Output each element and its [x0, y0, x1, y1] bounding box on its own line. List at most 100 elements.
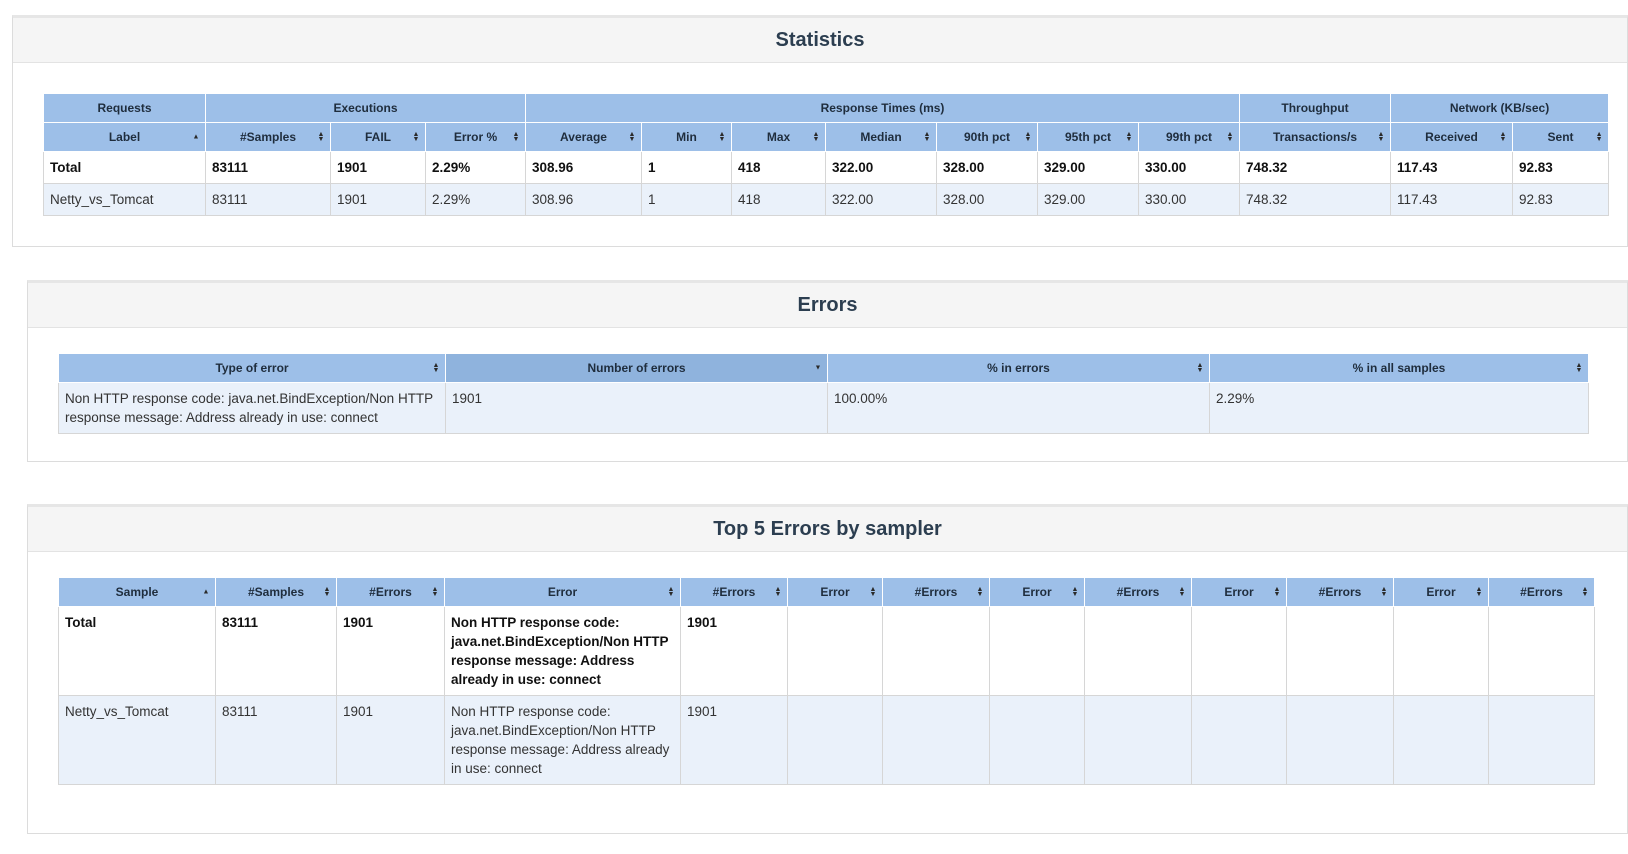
column-header-errors-6[interactable]: #Errors ▲ ▼ [882, 577, 990, 607]
column-header-max-6[interactable]: Max ▲ ▼ [731, 122, 827, 152]
column-header-label: #Errors [712, 585, 756, 599]
top5-errors-title: Top 5 Errors by sampler [713, 517, 942, 540]
column-header-fail-2[interactable]: FAIL ▲ ▼ [330, 122, 426, 152]
table-cell: 83111 [205, 183, 331, 216]
table-cell: 92.83 [1512, 183, 1610, 216]
table-cell: 100.00% [827, 382, 1210, 434]
table-cell: 330.00 [1138, 151, 1241, 184]
column-header-90th-pct-8[interactable]: 90th pct ▲ ▼ [936, 122, 1039, 152]
column-header-in-errors-2[interactable]: % in errors ▲ ▼ [827, 353, 1210, 383]
sort-both-icon: ▲ ▼ [1475, 586, 1483, 598]
sort-both-icon: ▲ ▼ [512, 131, 520, 143]
table-cell [1488, 695, 1595, 785]
table-cell: Non HTTP response code: java.net.BindExc… [444, 606, 681, 696]
column-header-errors-10[interactable]: #Errors ▲ ▼ [1286, 577, 1394, 607]
column-header-error-5[interactable]: Error ▲ ▼ [787, 577, 883, 607]
column-header-number-of-errors-1[interactable]: Number of errors ▼ [445, 353, 828, 383]
statistics-header: Statistics [13, 18, 1627, 63]
column-header-received-12[interactable]: Received ▲ ▼ [1390, 122, 1514, 152]
column-header-type-of-error-0[interactable]: Type of error ▲ ▼ [58, 353, 446, 383]
sort-both-icon: ▲ ▼ [1581, 586, 1589, 598]
top5-table-body: Total 83111 1901 Non HTTP response code: ja… [58, 606, 1595, 785]
sort-both-icon: ▲ ▼ [1196, 362, 1204, 374]
column-header-in-all-samples-3[interactable]: % in all samples ▲ ▼ [1209, 353, 1589, 383]
column-header-label: % in errors [987, 361, 1050, 375]
table-cell [787, 606, 883, 696]
column-header-sample-0[interactable]: Sample ▲ [58, 577, 216, 607]
column-header-error-3[interactable]: Error % ▲ ▼ [424, 122, 527, 152]
table-cell: 117.43 [1390, 183, 1514, 216]
column-header-transactions-s-11[interactable]: Transactions/s ▲ ▼ [1239, 122, 1392, 152]
sort-both-icon: ▲ ▼ [1273, 586, 1281, 598]
sort-both-icon: ▲ ▼ [774, 586, 782, 598]
statistics-column-header-row: Label ▲ #Samples ▲ ▼ FAIL ▲ ▼ Error % ▲ ▼ Average ▲ ▼… [43, 122, 1610, 152]
statistics-group-header-row: Requests Executions Response Times (ms) … [43, 93, 1610, 123]
column-header-label: Error % [453, 130, 498, 144]
table-cell [882, 695, 990, 785]
table-cell [1084, 606, 1192, 696]
column-header-error-7[interactable]: Error ▲ ▼ [989, 577, 1085, 607]
table-cell: 83111 [205, 151, 331, 184]
sort-both-icon: ▲ ▼ [667, 586, 675, 598]
column-header-label: Median [860, 130, 902, 144]
column-header-label: Received [1425, 130, 1478, 144]
table-cell: 328.00 [936, 183, 1039, 216]
table-cell [1393, 695, 1489, 785]
column-header-samples-1[interactable]: #Samples ▲ ▼ [215, 577, 337, 607]
column-header-label: #Errors [1318, 585, 1362, 599]
column-header-errors-12[interactable]: #Errors ▲ ▼ [1488, 577, 1595, 607]
sort-both-icon: ▲ ▼ [976, 586, 984, 598]
table-cell: 748.32 [1239, 151, 1392, 184]
column-header-error-3[interactable]: Error ▲ ▼ [444, 577, 681, 607]
sort-both-icon: ▲ ▼ [628, 131, 636, 143]
column-header-average-4[interactable]: Average ▲ ▼ [525, 122, 643, 152]
column-header-errors-4[interactable]: #Errors ▲ ▼ [680, 577, 788, 607]
sort-descending-icon: ▼ [814, 364, 822, 372]
top5-errors-table: Sample ▲ #Samples ▲ ▼ #Errors ▲ ▼ Error ▲ ▼ #Errors… [58, 577, 1595, 785]
column-header-label: 95th pct [1065, 130, 1112, 144]
sort-both-icon: ▲ ▼ [869, 586, 877, 598]
column-header-errors-8[interactable]: #Errors ▲ ▼ [1084, 577, 1192, 607]
column-header-label: Error [820, 585, 850, 599]
column-header-95th-pct-9[interactable]: 95th pct ▲ ▼ [1037, 122, 1140, 152]
table-cell [1191, 695, 1287, 785]
table-cell: 1901 [330, 151, 426, 184]
sort-both-icon: ▲ ▼ [1499, 131, 1507, 143]
table-cell [1286, 695, 1394, 785]
column-header-error-11[interactable]: Error ▲ ▼ [1393, 577, 1489, 607]
column-header-error-9[interactable]: Error ▲ ▼ [1191, 577, 1287, 607]
column-header-label: #Errors [1116, 585, 1160, 599]
column-header-min-5[interactable]: Min ▲ ▼ [641, 122, 733, 152]
statistics-panel: Statistics Requests Executions Response … [12, 15, 1628, 247]
column-header-99th-pct-10[interactable]: 99th pct ▲ ▼ [1138, 122, 1241, 152]
sort-both-icon: ▲ ▼ [1377, 131, 1385, 143]
sort-both-icon: ▲ ▼ [317, 131, 325, 143]
column-header-errors-2[interactable]: #Errors ▲ ▼ [336, 577, 445, 607]
group-header-requests: Requests [43, 93, 206, 123]
column-header-label-0[interactable]: Label ▲ [43, 122, 206, 152]
column-header-label: 99th pct [1166, 130, 1213, 144]
column-header-label: Sample [115, 585, 159, 599]
table-row: Netty_vs_Tomcat 83111 1901 2.29% 308.96 1 418 3… [43, 183, 1610, 216]
column-header-label: Label [108, 130, 141, 144]
table-cell [882, 606, 990, 696]
table-cell: 328.00 [936, 151, 1039, 184]
column-header-label: #Errors [369, 585, 412, 599]
column-header-label: FAIL [365, 130, 391, 144]
table-cell: 2.29% [424, 183, 527, 216]
column-header-label: Average [560, 130, 607, 144]
table-cell: 322.00 [825, 151, 938, 184]
table-row: Netty_vs_Tomcat 83111 1901 Non HTTP respons… [58, 695, 1595, 785]
column-header-median-7[interactable]: Median ▲ ▼ [825, 122, 938, 152]
sort-both-icon: ▲ ▼ [1575, 362, 1583, 374]
top5-column-header-row: Sample ▲ #Samples ▲ ▼ #Errors ▲ ▼ Error ▲ ▼ #Errors… [58, 577, 1595, 607]
group-header-throughput: Throughput [1239, 93, 1392, 123]
table-cell: 308.96 [525, 183, 643, 216]
sort-both-icon: ▲ ▼ [1178, 586, 1186, 598]
column-header-sent-13[interactable]: Sent ▲ ▼ [1512, 122, 1610, 152]
column-header-label: #Errors [1520, 585, 1563, 599]
table-cell: 329.00 [1037, 183, 1140, 216]
table-cell: 83111 [215, 606, 337, 696]
column-header-samples-1[interactable]: #Samples ▲ ▼ [205, 122, 331, 152]
table-cell: 1901 [445, 382, 828, 434]
